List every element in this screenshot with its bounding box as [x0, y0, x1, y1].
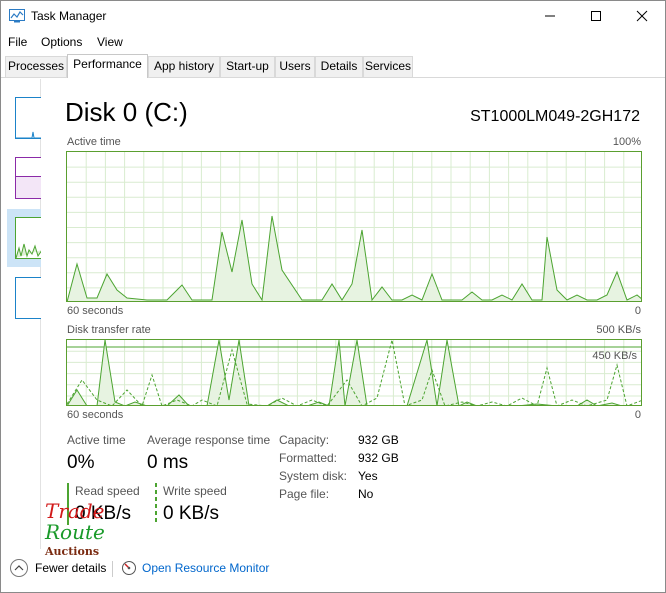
minimize-button[interactable] [527, 1, 573, 31]
transfer-rate-graph: 450 KB/s [66, 339, 642, 406]
menu-file[interactable]: File [8, 35, 27, 49]
transfer-rate-max-label: 500 KB/s [596, 324, 641, 336]
page-file-value: No [358, 487, 374, 501]
write-speed-label: Write speed [163, 484, 227, 498]
chevron-up-icon [14, 565, 24, 571]
tab-app-history[interactable]: App history [148, 56, 220, 77]
transfer-rate-graph-label: Disk transfer rate [67, 324, 151, 336]
tab-processes[interactable]: Processes [5, 56, 67, 77]
resource-monitor-icon[interactable] [121, 560, 137, 576]
system-disk-value: Yes [358, 469, 378, 483]
task-manager-window: Task Manager File Options View Processes… [0, 0, 666, 593]
footer-bar: Fewer details Open Resource Monitor [1, 553, 665, 583]
capacity-label: Capacity: [279, 433, 330, 447]
fewer-details-link[interactable]: Fewer details [35, 561, 106, 575]
tab-performance[interactable]: Performance [67, 54, 148, 78]
transfer-rate-line-label: 450 KB/s [592, 350, 637, 362]
page-file-label: Page file: [279, 487, 330, 501]
performance-sidebar [1, 79, 41, 549]
close-button[interactable] [619, 1, 665, 31]
active-time-stat-label: Active time [67, 433, 126, 447]
disk-model: ST1000LM049-2GH172 [470, 108, 640, 125]
active-time-graph [66, 151, 642, 302]
response-time-stat-label: Average response time [147, 433, 271, 447]
active-time-stat-value: 0% [67, 452, 95, 473]
write-speed-indicator [155, 483, 157, 525]
sidebar-item-ethernet[interactable] [7, 269, 41, 327]
disk-thumbnail [15, 217, 41, 259]
system-disk-label: System disk: [279, 469, 348, 483]
menu-view[interactable]: View [97, 35, 123, 49]
footer-separator [112, 561, 113, 577]
sidebar-item-disk[interactable] [7, 209, 41, 267]
active-time-plot [67, 152, 641, 301]
menu-bar: File Options View [1, 32, 665, 52]
active-time-max-label: 100% [612, 136, 641, 148]
window-title: Task Manager [31, 9, 107, 23]
transfer-rate-time-label: 60 seconds [67, 409, 124, 421]
open-resource-monitor-link[interactable]: Open Resource Monitor [142, 561, 269, 575]
tab-users[interactable]: Users [275, 56, 315, 77]
disk-title: Disk 0 (C:) [65, 97, 188, 127]
transfer-rate-plot [67, 340, 641, 405]
formatted-value: 932 GB [358, 451, 399, 465]
capacity-value: 932 GB [358, 433, 399, 447]
tab-strip: Processes Performance App history Start-… [1, 54, 665, 78]
sidebar-item-cpu[interactable] [7, 89, 41, 147]
sidebar-item-memory[interactable] [7, 149, 41, 207]
active-time-min-label: 0 [634, 305, 641, 317]
transfer-rate-min-label: 0 [634, 409, 641, 421]
memory-thumbnail [15, 157, 41, 199]
ethernet-thumbnail [15, 277, 41, 319]
tab-services[interactable]: Services [363, 56, 413, 77]
response-time-stat-value: 0 ms [147, 452, 189, 473]
active-time-time-label: 60 seconds [67, 305, 124, 317]
tab-start-up[interactable]: Start-up [220, 56, 275, 77]
tab-details[interactable]: Details [315, 56, 363, 77]
close-icon [636, 10, 648, 22]
cpu-thumbnail [15, 97, 41, 139]
active-time-graph-label: Active time [67, 136, 121, 148]
maximize-button[interactable] [573, 1, 619, 31]
fewer-details-button[interactable] [10, 559, 28, 577]
maximize-icon [591, 11, 601, 21]
formatted-label: Formatted: [279, 451, 338, 465]
trade-route-auctions-watermark: Trade Route Auctions [43, 499, 113, 561]
read-speed-label: Read speed [75, 484, 140, 498]
write-speed-value: 0 KB/s [163, 503, 219, 524]
watermark-line-route: Route [45, 520, 105, 544]
title-bar: Task Manager [1, 1, 665, 31]
task-manager-app-icon [9, 9, 25, 23]
menu-options[interactable]: Options [41, 35, 82, 49]
minimize-icon [545, 15, 555, 17]
